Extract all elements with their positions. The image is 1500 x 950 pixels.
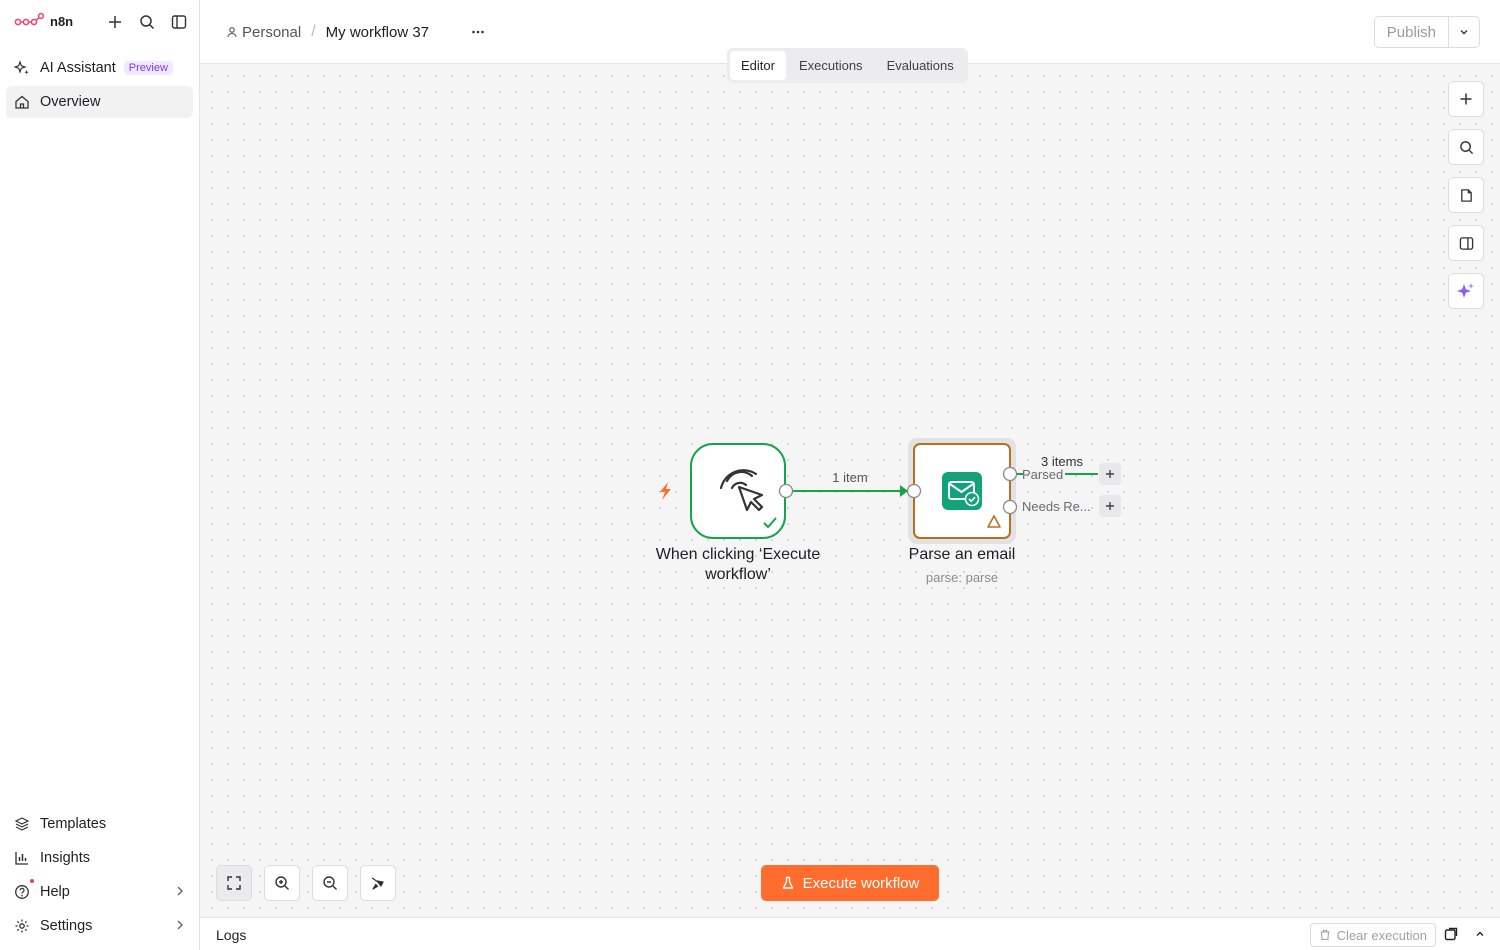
plus-icon (1460, 93, 1472, 105)
connection-arrow (900, 485, 908, 497)
ai-assistant-button[interactable] (1448, 273, 1484, 309)
chevron-right-icon (177, 886, 183, 896)
chevron-down-icon (1460, 30, 1468, 35)
sidebar-item-insights[interactable]: Insights (6, 842, 193, 874)
broom-icon (371, 877, 384, 890)
logs-bar[interactable]: Logs Clear execution (200, 917, 1500, 950)
sidebar-item-label: Templates (40, 816, 107, 832)
search-icon (1459, 140, 1473, 154)
logs-title: Logs (216, 927, 247, 943)
canvas-right-toolbar (1448, 81, 1484, 309)
sparkles-icon (14, 60, 29, 75)
panel-right-icon (1459, 236, 1473, 250)
sidebar-item-label: Insights (40, 850, 90, 866)
sidebar-item-label: AI Assistant (40, 60, 116, 76)
add-node-button[interactable] (1448, 81, 1484, 117)
needs-review-output-port[interactable] (1002, 499, 1018, 515)
maximize-icon (227, 876, 241, 890)
sidebar-item-templates[interactable]: Templates (6, 808, 193, 840)
layers-icon (14, 817, 30, 831)
tab-editor[interactable]: Editor (730, 51, 786, 80)
external-window-icon (1444, 927, 1458, 941)
workflow-title[interactable]: My workflow 37 (326, 24, 429, 41)
preview-badge: Preview (123, 61, 173, 75)
search-button[interactable] (135, 10, 159, 34)
sparkles-icon (1457, 283, 1474, 298)
parse-input-port[interactable] (906, 483, 922, 499)
toggle-sidebar-button[interactable] (167, 10, 191, 34)
notification-dot (30, 879, 34, 883)
user-icon (227, 27, 237, 38)
home-icon (15, 95, 29, 109)
trigger-bolt-icon (660, 482, 671, 500)
search-icon (140, 15, 155, 30)
chevron-right-icon (177, 920, 183, 930)
sidebar-panel-icon (171, 15, 187, 29)
expand-logs-button[interactable] (1474, 927, 1486, 943)
plus-icon (1106, 502, 1114, 510)
breadcrumb-separator: / (311, 23, 316, 40)
add-sticky-note-button[interactable] (1448, 177, 1484, 213)
sidebar-item-overview[interactable]: Overview (6, 86, 193, 118)
help-circle-icon (15, 885, 29, 899)
sidebar-item-ai-assistant[interactable]: AI Assistant Preview (6, 52, 193, 84)
bar-chart-icon (15, 852, 28, 865)
tab-evaluations[interactable]: Evaluations (876, 51, 965, 80)
execute-workflow-button[interactable]: Execute workflow (761, 865, 939, 901)
trigger-output-port[interactable] (778, 483, 794, 499)
email-check-icon (942, 472, 982, 510)
brand[interactable]: n8n (14, 12, 73, 30)
publish-group: Publish (1373, 16, 1480, 48)
brand-name: n8n (50, 13, 74, 29)
tab-executions[interactable]: Executions (788, 51, 874, 80)
plus-icon (1106, 470, 1114, 478)
add-node-needs-review-button[interactable] (1099, 495, 1121, 517)
add-node-parsed-button[interactable] (1099, 463, 1121, 485)
sidebar-item-label: Overview (40, 94, 101, 110)
trigger-node-title: When clicking ‘Execute workflow’ (655, 546, 821, 583)
parse-node-subtitle: parse: parse (925, 570, 999, 585)
sidebar-item-settings[interactable]: Settings (6, 910, 193, 942)
workflow-canvas[interactable]: When clicking ‘Execute workflow’ Parse a… (200, 64, 1500, 917)
zoom-out-icon (323, 876, 337, 890)
clear-execution-button[interactable]: Clear execution (1309, 923, 1436, 947)
zoom-in-icon (275, 876, 289, 890)
sticky-note-icon (1460, 188, 1472, 202)
create-button[interactable] (103, 10, 127, 34)
publish-options-button[interactable] (1449, 17, 1479, 47)
workflow-menu-button[interactable] (466, 20, 490, 44)
n8n-logo-icon (14, 12, 44, 26)
plus-icon (109, 16, 121, 28)
breadcrumb-project[interactable]: Personal (226, 24, 301, 41)
publish-button[interactable]: Publish (1375, 17, 1449, 47)
zoom-in-button[interactable] (264, 865, 300, 901)
search-nodes-button[interactable] (1448, 129, 1484, 165)
flask-icon (782, 876, 793, 889)
sidebar: n8n AI Assistant Preview Overview Templa… (0, 0, 200, 950)
toggle-panel-button[interactable] (1448, 225, 1484, 261)
sidebar-item-help[interactable]: Help (6, 876, 193, 908)
trash-icon (1320, 929, 1330, 941)
chevron-up-icon (1476, 931, 1484, 936)
breadcrumb: Personal / My workflow 37 (226, 23, 429, 41)
port-label-parsed: Parsed (1022, 467, 1064, 482)
gear-icon (15, 919, 29, 933)
sidebar-item-label: Settings (40, 918, 93, 934)
zoom-out-button[interactable] (312, 865, 348, 901)
canvas-bottom-toolbar (216, 865, 396, 901)
edge-item-count: 1 item (832, 470, 868, 485)
parsed-output-port[interactable] (1002, 466, 1018, 482)
tidy-up-button[interactable] (360, 865, 396, 901)
parse-node-title: Parse an email (908, 546, 1016, 563)
open-logs-window-button[interactable] (1444, 927, 1458, 944)
fit-view-button[interactable] (216, 865, 252, 901)
more-horizontal-icon (472, 30, 484, 34)
sidebar-item-label: Help (40, 884, 70, 900)
view-tabs: Editor Executions Evaluations (727, 48, 968, 83)
port-label-needs-review: Needs Re... (1022, 499, 1091, 514)
execute-workflow-label: Execute workflow (802, 874, 920, 892)
